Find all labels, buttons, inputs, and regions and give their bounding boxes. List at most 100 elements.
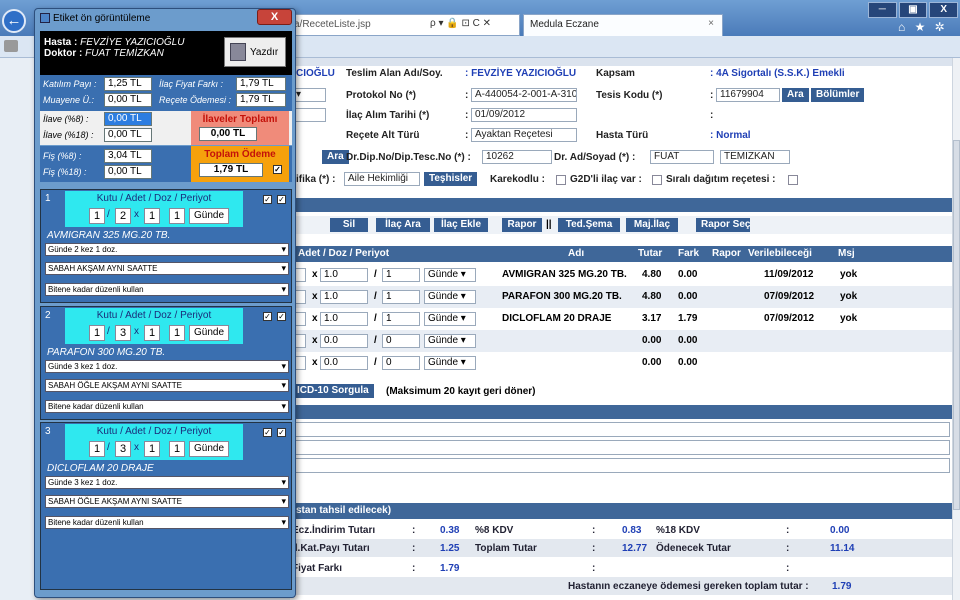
- row-birim-value: Günde: [428, 357, 459, 368]
- kutu-input[interactable]: 1: [89, 208, 105, 224]
- sirali-checkbox[interactable]: [788, 175, 798, 185]
- usage-select[interactable]: Bitene kadar düzenli kullan: [45, 400, 289, 413]
- icd10-sorgula-button[interactable]: ICD-10 Sorgula: [292, 384, 374, 398]
- ilac-ekle-button[interactable]: İlaç Ekle: [434, 218, 488, 232]
- bolumler-button[interactable]: Bölümler: [811, 88, 865, 102]
- diagnosis-input-3[interactable]: [290, 458, 950, 473]
- home-star-gear-icons[interactable]: ⌂ ★ ✲: [898, 20, 948, 34]
- karekodlu-checkbox[interactable]: [556, 175, 566, 185]
- maj-ilac-button[interactable]: Maj.İlaç: [626, 218, 678, 232]
- doz-input[interactable]: 1: [144, 208, 160, 224]
- row-periyot-input[interactable]: 0: [382, 334, 420, 348]
- row-birim-select[interactable]: Günde ▾: [424, 356, 476, 370]
- tab-close-icon[interactable]: ×: [708, 18, 714, 29]
- time-select[interactable]: SABAH AKŞAM AYNI SAATTE: [45, 262, 289, 275]
- birim-field[interactable]: Günde: [189, 441, 230, 457]
- time-select[interactable]: SABAH ÖĞLE AKŞAM AYNI SAATTE: [45, 379, 289, 392]
- dose-select[interactable]: Günde 3 kez 1 doz.: [45, 476, 289, 489]
- adet-input[interactable]: 3: [115, 441, 131, 457]
- periyot-input[interactable]: 1: [169, 325, 185, 341]
- drug-checkbox-2[interactable]: ✓: [277, 195, 286, 204]
- tesis-ara-button[interactable]: Ara: [782, 88, 809, 102]
- scrollbar-thumb[interactable]: [953, 140, 960, 510]
- form-row-sertifika: ifika (*) : Aile Hekimliği Teşhisler Kar…: [290, 172, 952, 190]
- field-stub[interactable]: [292, 108, 326, 122]
- address-tools-icons[interactable]: ρ ▾ 🔒 ⊡ C ✕: [430, 18, 491, 29]
- teshisler-button[interactable]: Teşhisler: [424, 172, 478, 186]
- drug-checkbox-2[interactable]: ✓: [277, 428, 286, 437]
- drug-checkbox-2[interactable]: ✓: [277, 312, 286, 321]
- usage-select[interactable]: Bitene kadar düzenli kullan: [45, 516, 289, 529]
- row-periyot-input[interactable]: 1: [382, 290, 420, 304]
- rapor-button[interactable]: Rapor: [502, 218, 542, 232]
- sil-button[interactable]: Sil: [330, 218, 368, 232]
- periyot-input[interactable]: 1: [169, 208, 185, 224]
- col-adet: Adet / Doz / Periyot: [298, 248, 390, 259]
- doz-input[interactable]: 1: [144, 441, 160, 457]
- ilac-ara-button[interactable]: İlaç Ara: [376, 218, 430, 232]
- row-periyot-input[interactable]: 1: [382, 312, 420, 326]
- popup-close-button[interactable]: X: [257, 9, 292, 25]
- adet-input[interactable]: 2: [115, 208, 131, 224]
- row-doz-input[interactable]: 0.0: [320, 334, 368, 348]
- doktor-ara-button[interactable]: Ara: [322, 150, 349, 164]
- dr-soyad-input[interactable]: TEMİZKAN: [720, 150, 790, 164]
- alim-tarihi-input[interactable]: 01/09/2012: [471, 108, 577, 122]
- ilave18-input[interactable]: 0,00 TL: [104, 128, 152, 142]
- printer-icon[interactable]: [4, 40, 18, 52]
- dr-dip-input[interactable]: 10262: [482, 150, 552, 164]
- tab-medula-eczane[interactable]: Medula Eczane ×: [523, 14, 723, 36]
- row-x: x: [312, 291, 318, 302]
- protokol-input[interactable]: A-440054-2-001-A-3108: [471, 88, 577, 102]
- drug-checkbox-1[interactable]: ✓: [263, 195, 272, 204]
- tesis-kodu-input[interactable]: 11679904: [716, 88, 780, 102]
- alim-tarihi-label: İlaç Alım Tarihi (*): [346, 110, 430, 121]
- row-doz-input[interactable]: 1.0: [320, 290, 368, 304]
- toplam-checkbox[interactable]: ✓: [273, 165, 282, 174]
- row-birim-select[interactable]: Günde ▾: [424, 334, 476, 348]
- kutu-input[interactable]: 1: [89, 441, 105, 457]
- row-birim-select[interactable]: Günde ▾: [424, 312, 476, 326]
- row-doz-input[interactable]: 1.0: [320, 312, 368, 326]
- usage-select[interactable]: Bitene kadar düzenli kullan: [45, 283, 289, 296]
- summary-value-c: 0.83: [622, 525, 642, 536]
- back-button[interactable]: ←: [2, 9, 26, 33]
- row-birim-select[interactable]: Günde ▾: [424, 268, 476, 282]
- rapor-sec-button[interactable]: Rapor Seç: [696, 218, 750, 232]
- minimize-button[interactable]: ─: [868, 2, 897, 18]
- diagnosis-input-2[interactable]: [290, 440, 950, 455]
- drug-checkbox-1[interactable]: ✓: [263, 428, 272, 437]
- tesis-colon: :: [710, 90, 714, 101]
- dose-select[interactable]: Günde 3 kez 1 doz.: [45, 360, 289, 373]
- ilave8-input[interactable]: 0,00 TL: [104, 112, 152, 126]
- hasta-value: FEVZİYE YAZICIOĞLU: [80, 37, 185, 48]
- maximize-button[interactable]: ▣: [898, 2, 928, 18]
- row-doz-input[interactable]: 1.0: [320, 268, 368, 282]
- drug-checkbox-1[interactable]: ✓: [263, 312, 272, 321]
- birim-field[interactable]: Günde: [189, 208, 230, 224]
- alt-turu-colon: :: [465, 130, 469, 141]
- sertifika-select[interactable]: Aile Hekimliği: [344, 172, 420, 186]
- row-periyot-input[interactable]: 1: [382, 268, 420, 282]
- doz-input[interactable]: 1: [144, 325, 160, 341]
- periyot-input[interactable]: 1: [169, 441, 185, 457]
- close-button[interactable]: X: [929, 2, 959, 18]
- fis8-value: 3,04 TL: [104, 149, 152, 163]
- birim-field[interactable]: Günde: [189, 325, 230, 341]
- alt-turu-select[interactable]: Ayaktan Reçetesi: [471, 128, 577, 142]
- row-birim-select[interactable]: Günde ▾: [424, 290, 476, 304]
- drug-name: PARAFON 300 MG.20 TB.: [47, 347, 166, 358]
- popup-title: Etiket ön görüntüleme: [53, 13, 151, 24]
- dr-ad-input[interactable]: FUAT: [650, 150, 714, 164]
- dose-select[interactable]: Günde 2 kez 1 doz.: [45, 243, 289, 256]
- patient-select[interactable]: ▾: [292, 88, 326, 102]
- ted-sema-button[interactable]: Ted.Şema: [558, 218, 620, 232]
- row-doz-input[interactable]: 0.0: [320, 356, 368, 370]
- time-select[interactable]: SABAH ÖĞLE AKŞAM AYNI SAATTE: [45, 495, 289, 508]
- diagnosis-input-1[interactable]: [290, 422, 950, 437]
- adet-input[interactable]: 3: [115, 325, 131, 341]
- kutu-input[interactable]: 1: [89, 325, 105, 341]
- row-periyot-input[interactable]: 0: [382, 356, 420, 370]
- g2d-checkbox[interactable]: [652, 175, 662, 185]
- karekodlu-label: Karekodlu :: [490, 174, 546, 185]
